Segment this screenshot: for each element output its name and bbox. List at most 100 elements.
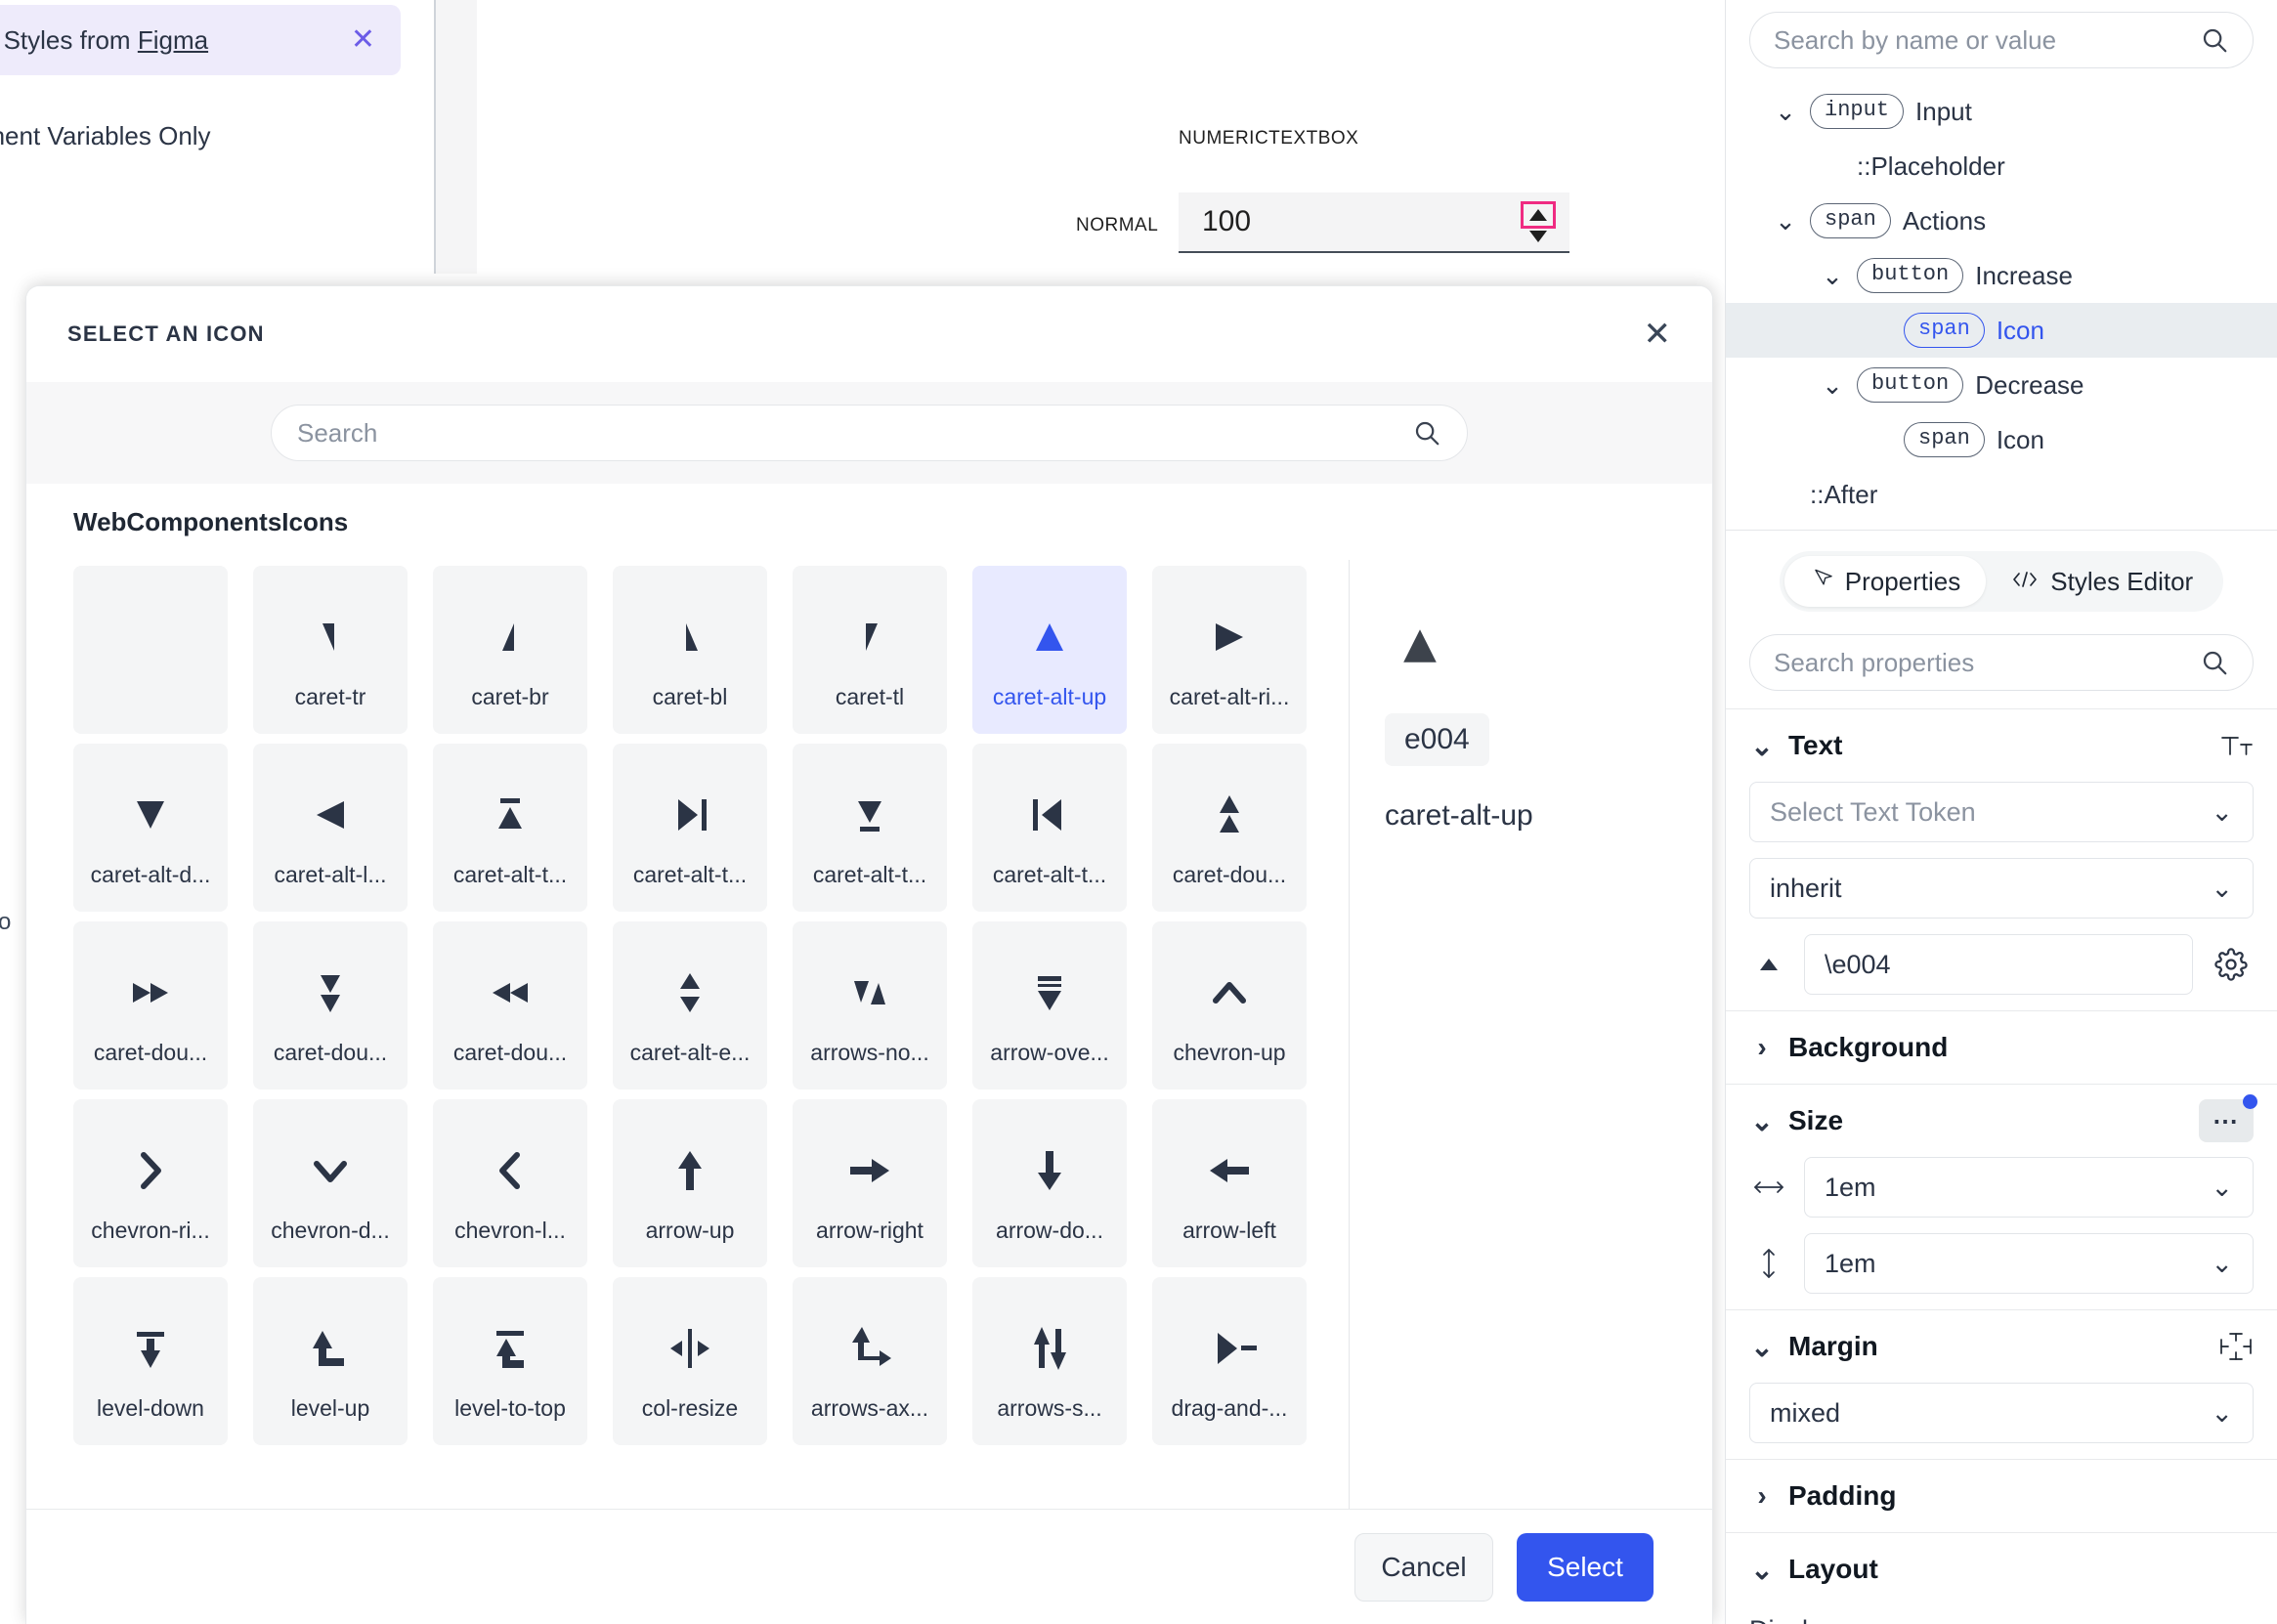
icon-cell-label: chevron-ri... [91,1217,210,1243]
icon-cell-chevron-up[interactable]: chevron-up [1152,921,1307,1090]
level-down-icon [121,1302,180,1395]
icon-cell-caret-alt-l[interactable]: caret-alt-l... [253,744,408,912]
icon-cell-caret-bl[interactable]: caret-bl [613,566,767,734]
icon-cell-chevron-ri[interactable]: chevron-ri... [73,1099,228,1267]
icon-search-placeholder: Search [297,417,378,448]
figma-link[interactable]: Figma [138,25,208,55]
icon-cell-caret-alt-e[interactable]: caret-alt-e... [613,921,767,1090]
typography-icon[interactable] [2220,733,2254,758]
section-padding-header[interactable]: › Padding [1749,1460,2254,1532]
tree-row[interactable]: ⌄::Placeholder [1726,139,2277,193]
inspector-search-input[interactable]: Search by name or value [1749,12,2254,68]
icon-cell-col-resize[interactable]: col-resize [613,1277,767,1445]
spacing-icon[interactable] [2218,1332,2254,1361]
dialog-title: SELECT AN ICON [67,321,265,346]
content-code-input[interactable]: \e004 [1804,934,2193,995]
tree-row[interactable]: ⌄ span Actions [1726,193,2277,248]
icon-cell-label: arrows-ax... [810,1394,929,1421]
margin-select[interactable]: mixed ⌄ [1749,1383,2254,1443]
icon-cell-caret-alt-ri[interactable]: caret-alt-ri... [1152,566,1307,734]
icon-cell-arrow-up[interactable]: arrow-up [613,1099,767,1267]
section-background-header[interactable]: › Background [1749,1011,2254,1084]
gear-icon[interactable] [2209,948,2254,981]
height-value: 1em [1825,1248,1876,1278]
property-search-wrap: Search properties [1726,632,2277,708]
chevron-down-icon[interactable]: ⌄ [1820,261,1845,291]
icon-cell-caret-tr[interactable]: caret-tr [253,566,408,734]
spinner-increase-button[interactable] [1521,201,1556,229]
icon-cell-arrow-ove[interactable]: arrow-ove... [972,921,1127,1090]
content-code-value: \e004 [1825,949,1891,979]
tab-styles-editor[interactable]: Styles Editor [1986,556,2218,607]
caret-alt-down-icon[interactable] [1529,231,1547,242]
height-select[interactable]: 1em ⌄ [1804,1233,2254,1294]
tree-row[interactable]: ⌄spanIcon [1726,412,2277,467]
close-icon[interactable]: ✕ [351,25,375,55]
icon-cell-caret-tl[interactable]: caret-tl [793,566,947,734]
more-dots-icon[interactable]: ⋯ [2199,1094,2257,1142]
icon-cell-chevron-d[interactable]: chevron-d... [253,1099,408,1267]
tab-properties[interactable]: Properties [1783,556,1987,607]
icon-cell-caret-dou[interactable]: caret-dou... [73,921,228,1090]
tree-row[interactable]: ⌄spanIcon [1726,303,2277,358]
width-select[interactable]: 1em ⌄ [1804,1157,2254,1218]
section-layout-header[interactable]: ⌄ Layout [1749,1533,2254,1605]
dom-tree: ⌄inputInput⌄::Placeholder⌄spanActions⌄bu… [1726,68,2277,531]
icon-cell-label: caret-alt-t... [992,861,1107,887]
tree-row[interactable]: ⌄::After [1726,467,2277,522]
icon-cell-level-up[interactable]: level-up [253,1277,408,1445]
icon-cell-drag-and-[interactable]: drag-and-... [1152,1277,1307,1445]
tree-row[interactable]: ⌄ button Increase [1726,248,2277,303]
text-token-select[interactable]: Select Text Token ⌄ [1749,782,2254,842]
icon-cell-arrows-s[interactable]: arrows-s... [972,1277,1127,1445]
icon-cell-caret-alt-t[interactable]: caret-alt-t... [613,744,767,912]
icon-cell-label: arrow-left [1182,1217,1276,1243]
label-numerictextbox: NUMERICTEXTBOX [1179,128,1359,149]
icon-cell-blank[interactable] [73,566,228,734]
arrow-up-icon [661,1124,719,1218]
chevron-down-icon[interactable]: ⌄ [1820,370,1845,401]
icon-cell-arrow-left[interactable]: arrow-left [1152,1099,1307,1267]
numerictextbox-value: 100 [1202,205,1252,237]
section-layout: ⌄ Layout [1726,1532,2277,1605]
select-button[interactable]: Select [1517,1532,1654,1602]
icon-cell-caret-dou[interactable]: caret-dou... [1152,744,1307,912]
icon-cell-arrows-no[interactable]: arrows-no... [793,921,947,1090]
level-to-top-icon [481,1302,539,1395]
icon-cell-label: level-up [290,1394,370,1421]
icon-cell-level-to-top[interactable]: level-to-top [433,1277,587,1445]
chevron-down-icon[interactable]: ⌄ [1773,206,1798,236]
section-text-header[interactable]: ⌄ Text [1749,709,2254,782]
chevron-down-icon: ⌄ [1750,1105,1774,1136]
icon-cell-caret-alt-t[interactable]: caret-alt-t... [972,744,1127,912]
icon-cell-caret-alt-t[interactable]: caret-alt-t... [433,744,587,912]
icon-search-input[interactable]: Search [271,405,1468,461]
icon-cell-caret-alt-up[interactable]: caret-alt-up [972,566,1127,734]
icon-cell-level-down[interactable]: level-down [73,1277,228,1445]
close-icon[interactable]: ✕ [1644,318,1672,351]
icon-cell-arrow-right[interactable]: arrow-right [793,1099,947,1267]
numerictextbox-preview[interactable]: 100 [1179,192,1569,253]
section-size-header[interactable]: ⌄ Size ⋯ [1749,1085,2257,1157]
icon-cell-caret-dou[interactable]: caret-dou... [433,921,587,1090]
icon-cell-caret-br[interactable]: caret-br [433,566,587,734]
tree-node-label: Icon [1996,424,2044,454]
section-margin-header[interactable]: ⌄ Margin [1749,1310,2254,1383]
icon-cell-arrow-do[interactable]: arrow-do... [972,1099,1127,1267]
tree-node-label: Decrease [1975,369,2084,400]
icon-cell-chevron-l[interactable]: chevron-l... [433,1099,587,1267]
cancel-button[interactable]: Cancel [1354,1532,1493,1602]
inspector-search-placeholder: Search by name or value [1774,24,2057,55]
icon-cell-caret-alt-t[interactable]: caret-alt-t... [793,744,947,912]
icon-cell-arrows-ax[interactable]: arrows-ax... [793,1277,947,1445]
text-inherit-select[interactable]: inherit ⌄ [1749,858,2254,919]
property-search-input[interactable]: Search properties [1749,634,2254,691]
icon-cell-caret-alt-d[interactable]: caret-alt-d... [73,744,228,912]
chevron-up-icon [1200,946,1259,1040]
tree-node-label: ::After [1810,479,1878,509]
icon-cell-caret-dou[interactable]: caret-dou... [253,921,408,1090]
tree-row[interactable]: ⌄ input Input [1726,84,2277,139]
tree-row[interactable]: ⌄ button Decrease [1726,358,2277,412]
icon-cell-label: caret-alt-t... [452,861,568,887]
chevron-down-icon[interactable]: ⌄ [1773,97,1798,127]
